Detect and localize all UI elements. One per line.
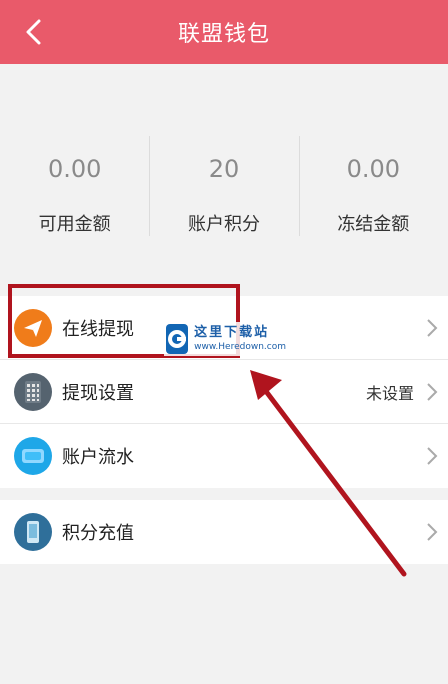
chevron-left-icon (26, 19, 41, 45)
watermark-url: www.Heredown.com (194, 342, 286, 352)
watermark: 这里下载站 www.Heredown.com (164, 322, 286, 356)
header-bar: 联盟钱包 (0, 0, 448, 64)
phone-icon (14, 513, 52, 551)
stat-label: 可用金额 (38, 214, 111, 235)
menu-item-withdraw-settings[interactable]: 提现设置 未设置 (0, 360, 448, 424)
menu-group-points: 积分充值 (0, 500, 448, 564)
available-amount: 0.00 可用金额 (0, 64, 149, 270)
menu-item-points-recharge[interactable]: 积分充值 (0, 500, 448, 564)
back-button[interactable] (16, 14, 52, 50)
chevron-right-icon (427, 383, 438, 401)
menu-label: 账户流水 (62, 447, 134, 468)
card-icon (14, 437, 52, 475)
status-value: 未设置 (365, 383, 414, 403)
watermark-logo-icon (166, 324, 189, 354)
stat-value: 20 (208, 155, 240, 183)
account-points: 20 账户积分 (149, 64, 298, 270)
chevron-right-icon (427, 319, 438, 337)
calculator-icon (14, 372, 52, 411)
page-title: 联盟钱包 (177, 22, 270, 47)
watermark-title: 这里下载站 (194, 325, 270, 340)
stat-label: 账户积分 (187, 214, 260, 235)
chevron-right-icon (427, 523, 438, 541)
frozen-amount: 0.00 冻结金额 (298, 64, 448, 270)
stat-value: 0.00 (47, 155, 102, 183)
menu-item-account-flow[interactable]: 账户流水 (0, 424, 448, 488)
chevron-right-icon (427, 447, 438, 465)
menu-label: 积分充值 (62, 523, 134, 544)
stat-label: 冻结金额 (337, 214, 410, 235)
stat-value: 0.00 (346, 155, 401, 183)
balance-summary: 0.00 可用金额 20 账户积分 0.00 冻结金额 (0, 64, 448, 270)
menu-label: 提现设置 (62, 382, 134, 404)
